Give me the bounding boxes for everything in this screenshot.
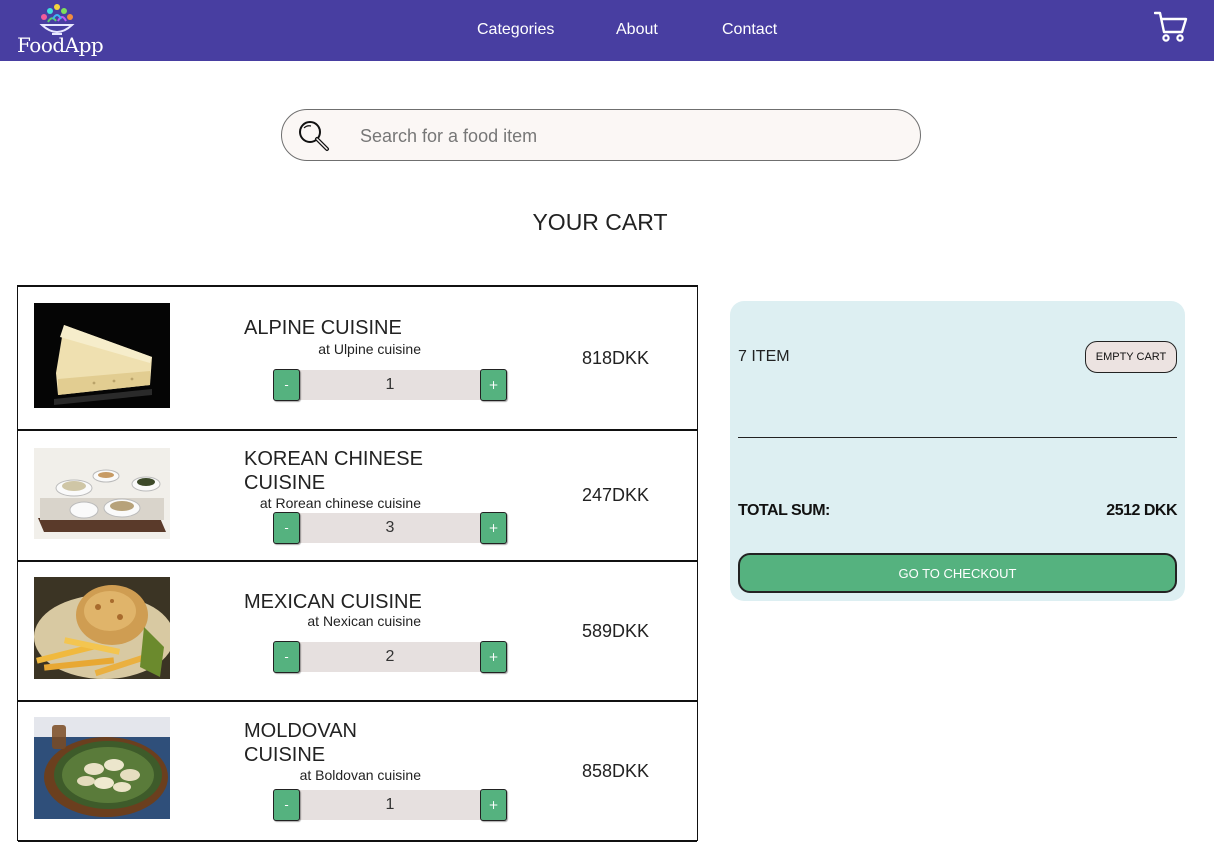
page-title: YOUR CART bbox=[532, 209, 668, 235]
main-nav: Categories About Contact bbox=[0, 0, 1214, 61]
search-bar bbox=[281, 109, 921, 161]
summary-divider bbox=[738, 437, 1177, 438]
decrease-button[interactable]: - bbox=[273, 512, 300, 544]
total-sum-value: 2512 DKK bbox=[1106, 502, 1177, 519]
item-price: 818DKK bbox=[582, 348, 650, 368]
quantity-value: 2 bbox=[385, 648, 395, 665]
item-name: MEXICAN CUISINE bbox=[244, 591, 422, 613]
item-restaurant: at Ulpine cuisine bbox=[318, 341, 421, 357]
cart-item-row: MOLDOVAN CUISINE at Boldovan cuisine 1 -… bbox=[18, 702, 697, 842]
item-name: ALPINE CUISINE bbox=[244, 317, 402, 339]
nav-categories[interactable]: Categories bbox=[477, 21, 554, 39]
quantity-stepper: 1 - + bbox=[273, 789, 507, 821]
dumplings-plate-photo bbox=[34, 717, 170, 819]
nav-about[interactable]: About bbox=[616, 21, 658, 39]
decrease-button[interactable]: - bbox=[273, 789, 300, 821]
crab-cake-fries-photo bbox=[34, 577, 170, 679]
cheese-photo bbox=[34, 303, 170, 408]
cart-items-list: ALPINE CUISINE at Ulpine cuisine 1 - + 8… bbox=[17, 285, 698, 842]
magnifier-icon[interactable] bbox=[297, 120, 331, 152]
item-name: KOREAN CHINESE CUISINE bbox=[244, 448, 423, 494]
shopping-cart-icon[interactable] bbox=[1154, 10, 1188, 44]
cart-item-row: ALPINE CUISINE at Ulpine cuisine 1 - + 8… bbox=[18, 287, 697, 431]
item-name: MOLDOVAN CUISINE bbox=[244, 720, 357, 766]
item-restaurant: at Nexican cuisine bbox=[307, 613, 421, 629]
total-sum-label: TOTAL SUM: bbox=[738, 502, 830, 519]
top-navbar: FoodApp Categories About Contact bbox=[0, 0, 1214, 61]
search-input[interactable] bbox=[360, 122, 890, 150]
item-price: 589DKK bbox=[582, 621, 650, 641]
quantity-stepper: 1 - + bbox=[273, 369, 507, 401]
checkout-button[interactable]: GO TO CHECKOUT bbox=[738, 553, 1177, 593]
cart-item-row: KOREAN CHINESE CUISINE at Rorean chinese… bbox=[18, 431, 697, 562]
increase-button[interactable]: + bbox=[480, 641, 507, 673]
quantity-value: 1 bbox=[385, 376, 395, 393]
quantity-value: 1 bbox=[385, 796, 395, 813]
item-price: 247DKK bbox=[582, 485, 650, 505]
increase-button[interactable]: + bbox=[480, 369, 507, 401]
increase-button[interactable]: + bbox=[480, 789, 507, 821]
dumplings-tray-photo bbox=[34, 448, 170, 539]
empty-cart-button[interactable]: EMPTY CART bbox=[1085, 341, 1177, 373]
quantity-value: 3 bbox=[385, 519, 395, 536]
item-price: 858DKK bbox=[582, 761, 650, 781]
increase-button[interactable]: + bbox=[480, 512, 507, 544]
cart-item-row: MEXICAN CUISINE at Nexican cuisine 2 - +… bbox=[18, 562, 697, 702]
quantity-stepper: 2 - + bbox=[273, 641, 507, 673]
decrease-button[interactable]: - bbox=[273, 641, 300, 673]
decrease-button[interactable]: - bbox=[273, 369, 300, 401]
nav-contact[interactable]: Contact bbox=[722, 21, 777, 39]
item-restaurant: at Rorean chinese cuisine bbox=[259, 495, 421, 511]
item-restaurant: at Boldovan cuisine bbox=[299, 767, 421, 783]
cart-summary-panel: 7 ITEM EMPTY CART TOTAL SUM: 2512 DKK GO… bbox=[730, 301, 1185, 601]
item-count: 7 ITEM bbox=[738, 348, 790, 365]
quantity-stepper: 3 - + bbox=[273, 512, 507, 544]
